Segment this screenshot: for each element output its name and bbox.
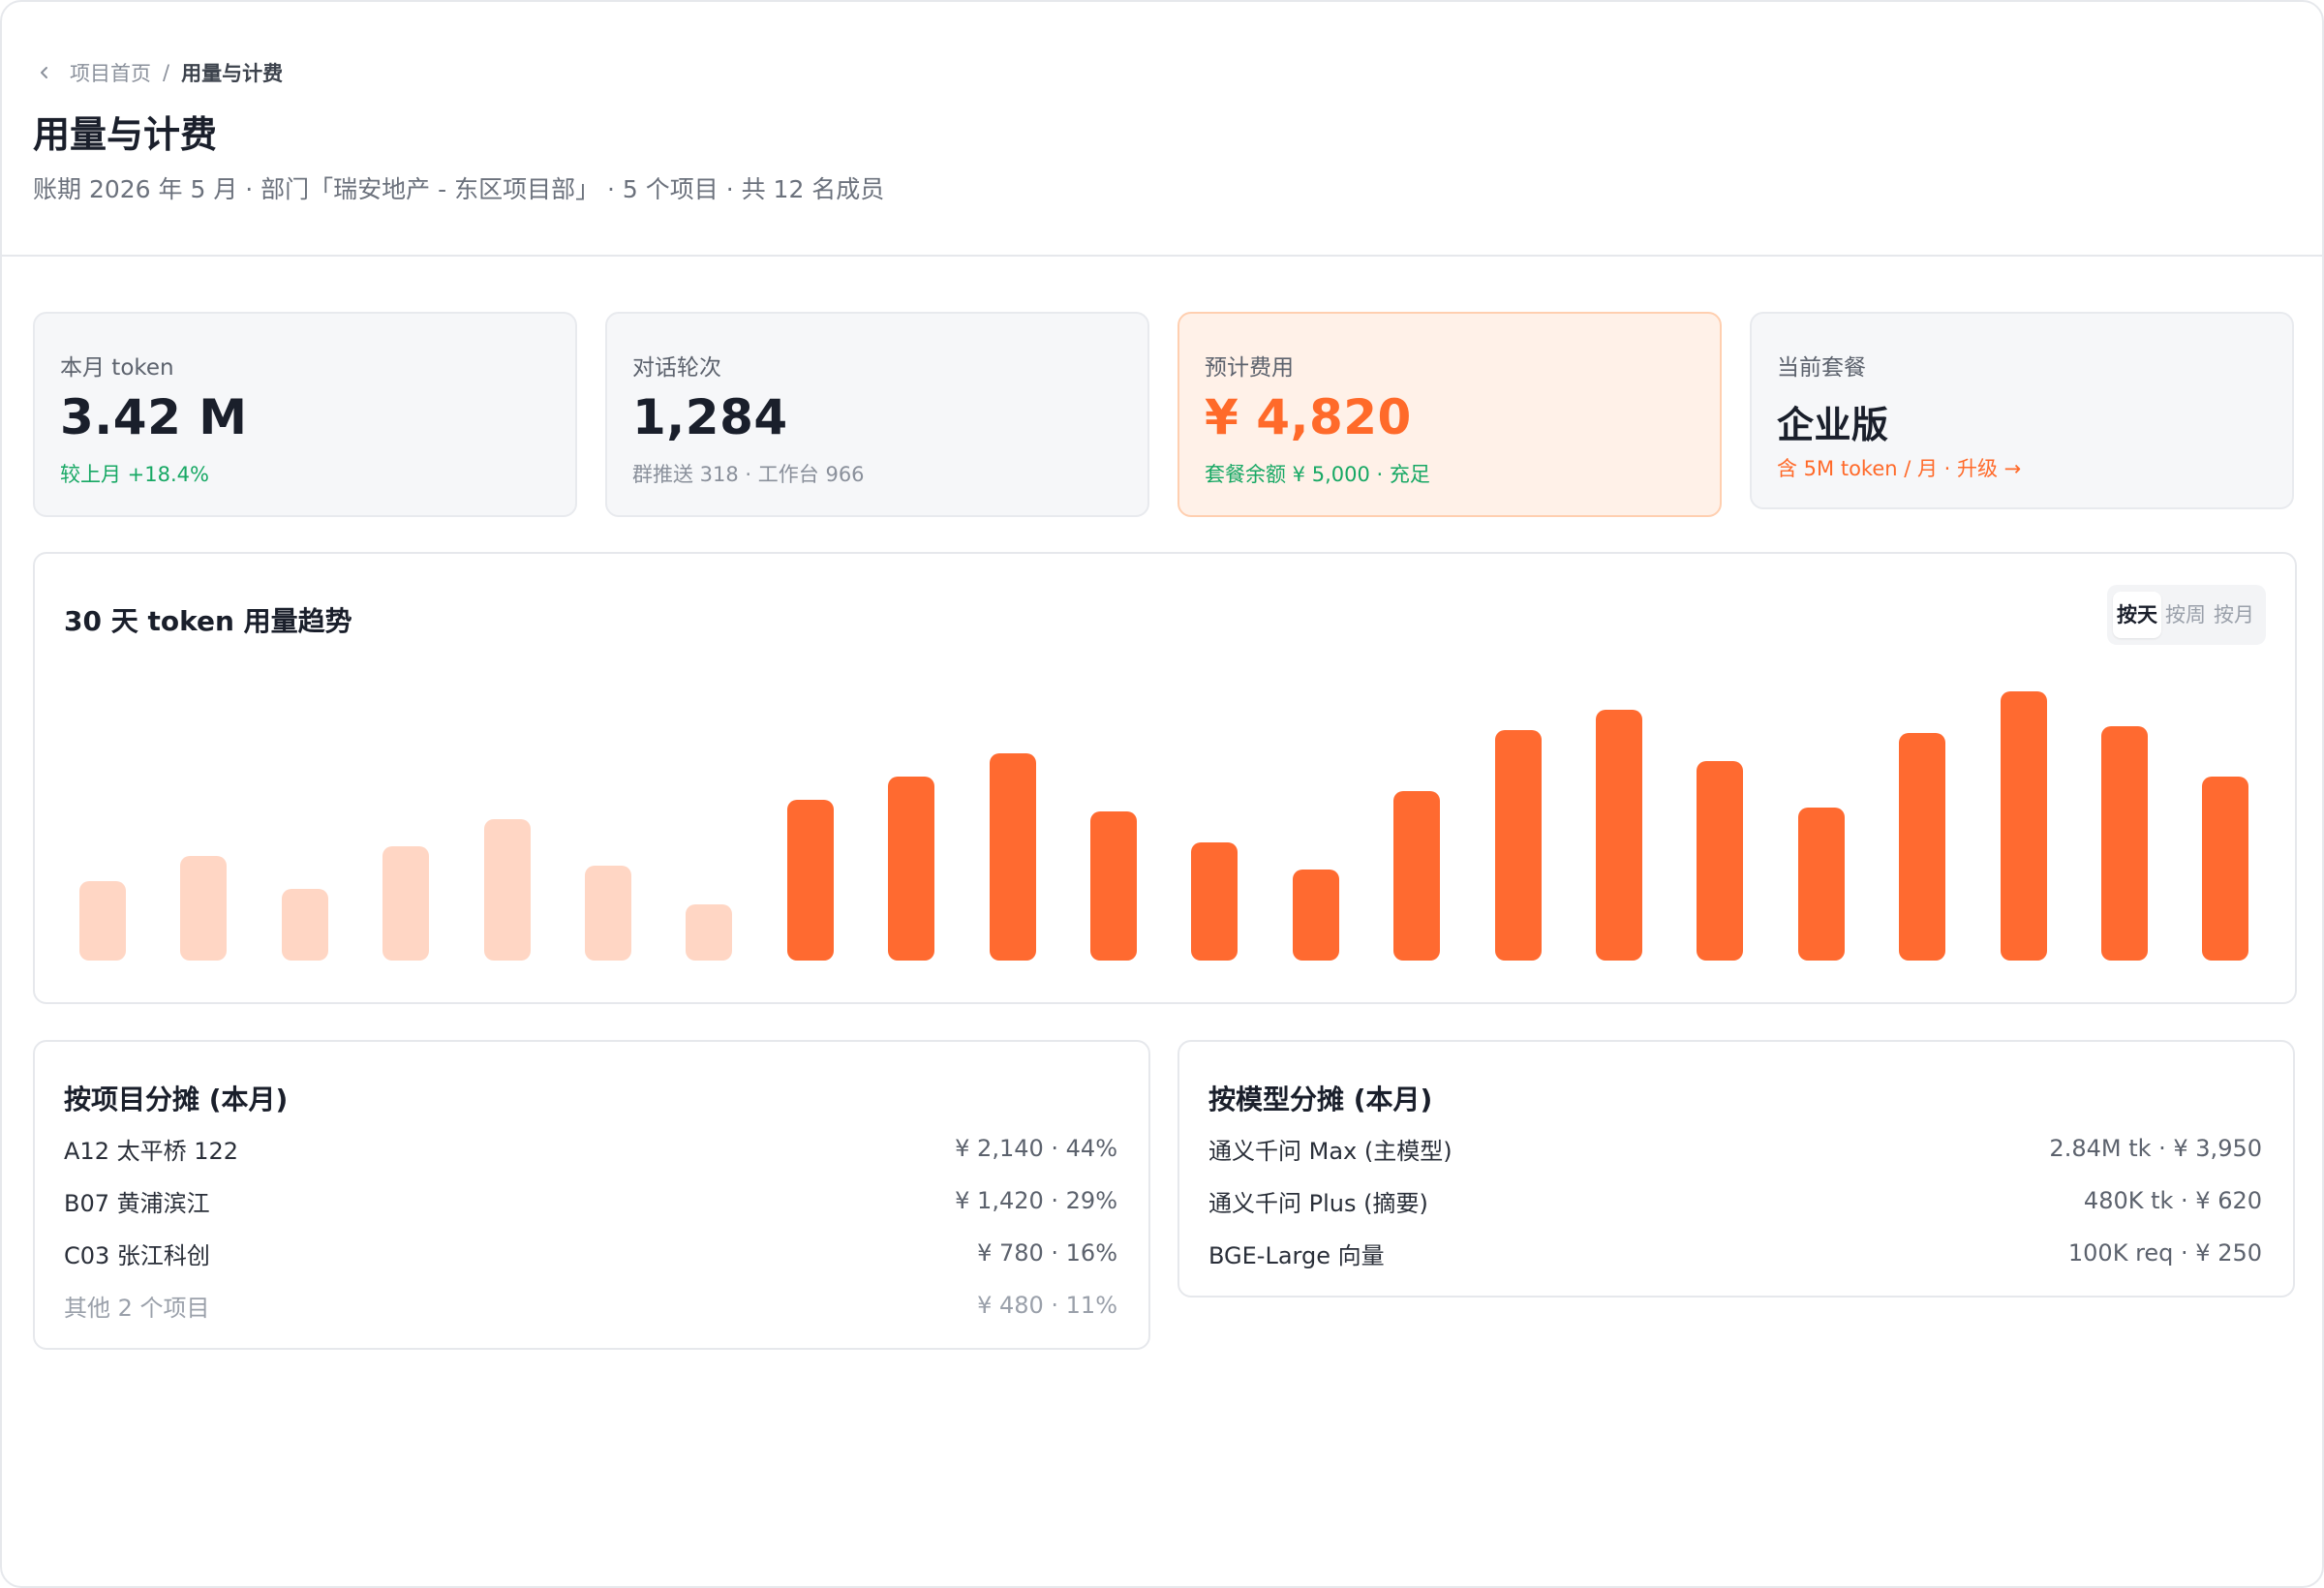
chart-bar <box>1393 790 1441 961</box>
chart-bar <box>1899 732 1946 961</box>
chart-bar <box>989 753 1036 961</box>
list-item: 通义千问 Plus (摘要) 480K tk · ¥ 620 <box>1208 1181 2262 1220</box>
chart-bar <box>585 865 631 961</box>
chart-bar <box>1697 760 1744 961</box>
model-breakdown-panel: 按模型分摊 (本月) 通义千问 Max (主模型) 2.84M tk · ¥ 3… <box>1177 1040 2295 1298</box>
kpi-card-token: 本月 token 3.42 M 较上月 +18.4% <box>33 312 577 517</box>
row-name: 通义千问 Max (主模型) <box>1208 1137 1452 1165</box>
row-value: ¥ 780 · 16% <box>977 1239 1117 1267</box>
chart-bar <box>888 777 935 961</box>
row-value: ¥ 2,140 · 44% <box>955 1135 1117 1162</box>
kpi-value: ¥ 4,820 <box>1205 389 1412 445</box>
panel-title: 按项目分摊 (本月) <box>64 1084 289 1115</box>
row-name: B07 黄浦滨江 <box>64 1189 210 1217</box>
chart-bar <box>382 846 430 961</box>
list-item: B07 黄浦滨江 ¥ 1,420 · 29% <box>64 1181 1117 1220</box>
list-item: A12 太平桥 122 ¥ 2,140 · 44% <box>64 1129 1117 1168</box>
page-header: 项目首页 / 用量与计费 用量与计费 账期 2026 年 5 月 · 部门「瑞安… <box>2 2 2322 257</box>
kpi-delta: 较上月 +18.4% <box>60 463 209 486</box>
kpi-card-estimated-cost: 预计费用 ¥ 4,820 套餐余额 ¥ 5,000 · 充足 <box>1177 312 1722 517</box>
list-item: 其他 2 个项目 ¥ 480 · 11% <box>64 1286 1117 1325</box>
list-item: 通义千问 Max (主模型) 2.84M tk · ¥ 3,950 <box>1208 1129 2262 1168</box>
kpi-label: 预计费用 <box>1205 355 1294 381</box>
chart-bar <box>180 856 228 961</box>
kpi-card-plan: 当前套餐 企业版 含 5M token / 月 · 升级 → <box>1750 312 2294 509</box>
page-title: 用量与计费 <box>33 113 218 156</box>
breadcrumb: 项目首页 / 用量与计费 <box>35 58 283 87</box>
panel-title: 按模型分摊 (本月) <box>1208 1084 1433 1115</box>
row-value: ¥ 1,420 · 29% <box>955 1187 1117 1214</box>
chart-bar <box>1596 709 1642 961</box>
chart-bar <box>1292 870 1339 961</box>
app-window: 项目首页 / 用量与计费 用量与计费 账期 2026 年 5 月 · 部门「瑞安… <box>0 0 2324 1588</box>
kpi-card-conversations: 对话轮次 1,284 群推送 318 · 工作台 966 <box>605 312 1149 517</box>
list-item: BGE-Large 向量 100K req · ¥ 250 <box>1208 1234 2262 1272</box>
upgrade-link[interactable]: 含 5M token / 月 · 升级 → <box>1777 453 2021 482</box>
row-name: C03 张江科创 <box>64 1241 210 1269</box>
page-subtitle: 账期 2026 年 5 月 · 部门「瑞安地产 - 东区项目部」 · 5 个项目… <box>33 175 885 203</box>
row-name: BGE-Large 向量 <box>1208 1241 1385 1269</box>
kpi-label: 当前套餐 <box>1777 355 1866 381</box>
row-name: 通义千问 Plus (摘要) <box>1208 1189 1428 1217</box>
chart-bar <box>1090 811 1137 961</box>
chevron-left-icon[interactable] <box>35 63 54 82</box>
chart-bar <box>2202 777 2249 961</box>
breadcrumb-separator: / <box>163 61 170 84</box>
chart-bar <box>686 904 733 961</box>
row-name: A12 太平桥 122 <box>64 1137 239 1165</box>
breadcrumb-parent-link[interactable]: 项目首页 <box>70 58 151 87</box>
kpi-label: 本月 token <box>60 355 174 381</box>
kpi-value: 企业版 <box>1777 404 1889 446</box>
project-breakdown-panel: 按项目分摊 (本月) A12 太平桥 122 ¥ 2,140 · 44% B07… <box>33 1040 1150 1350</box>
row-value: 2.84M tk · ¥ 3,950 <box>2049 1135 2262 1162</box>
chart-bar <box>786 800 834 961</box>
kpi-label: 对话轮次 <box>632 355 721 381</box>
kpi-note: 套餐余额 ¥ 5,000 · 充足 <box>1205 463 1430 486</box>
row-name: 其他 2 个项目 <box>64 1294 210 1322</box>
kpi-value: 1,284 <box>632 389 788 445</box>
chart-bar <box>2101 725 2148 961</box>
kpi-note: 群推送 318 · 工作台 966 <box>632 463 865 486</box>
row-value: 100K req · ¥ 250 <box>2067 1239 2262 1267</box>
bar-chart <box>35 554 2295 1002</box>
chart-bar <box>281 888 328 961</box>
chart-bar <box>2000 690 2047 961</box>
chart-bar <box>1191 841 1238 961</box>
row-value: ¥ 480 · 11% <box>977 1292 1117 1319</box>
chart-bar <box>79 881 126 961</box>
chart-bar <box>1494 730 1542 961</box>
usage-trend-panel: 30 天 token 用量趋势 按天 按周 按月 <box>33 552 2297 1004</box>
chart-bar <box>1797 807 1845 961</box>
chart-bar <box>483 818 531 961</box>
kpi-value: 3.42 M <box>60 389 248 445</box>
list-item: C03 张江科创 ¥ 780 · 16% <box>64 1234 1117 1272</box>
row-value: 480K tk · ¥ 620 <box>2083 1187 2262 1214</box>
breadcrumb-current: 用量与计费 <box>181 62 284 85</box>
